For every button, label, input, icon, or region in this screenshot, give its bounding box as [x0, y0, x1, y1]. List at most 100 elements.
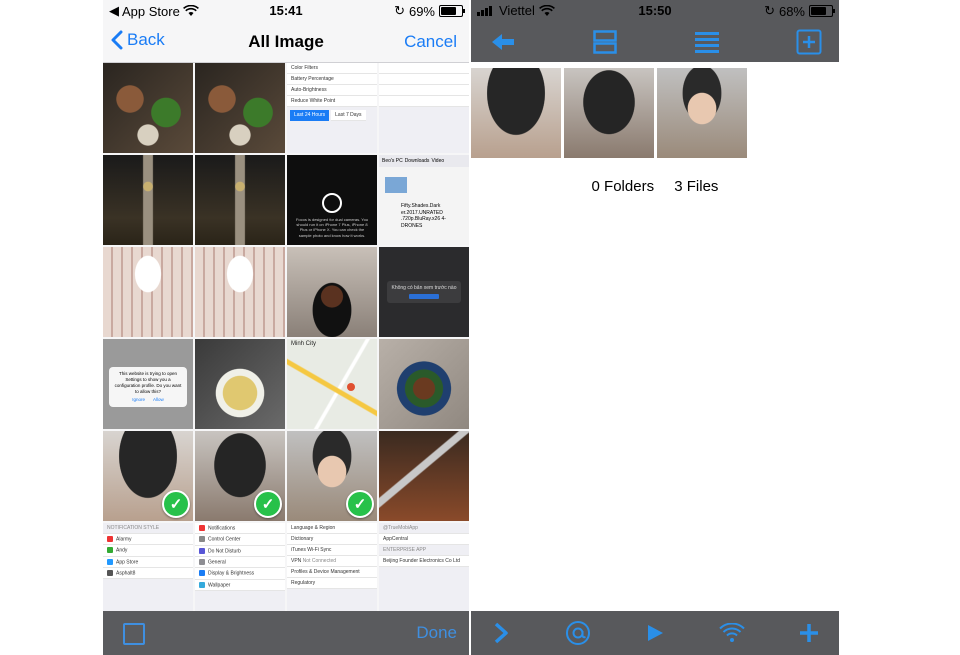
- cancel-button[interactable]: Cancel: [404, 32, 457, 52]
- file-thumbnail-helmet-1[interactable]: [471, 68, 561, 158]
- screenshot-thumbnail-map[interactable]: Minh City: [287, 339, 377, 429]
- split-view-icon: [593, 30, 617, 54]
- photo-thumbnail-cafe-2[interactable]: [195, 247, 285, 337]
- section-header: NOTIFICATION STYLE: [103, 523, 193, 534]
- top-toolbar: [471, 22, 839, 62]
- photo-thumbnail-knife[interactable]: [379, 431, 469, 521]
- screenshot-thumbnail-color-filters[interactable]: [379, 63, 469, 153]
- file-thumbnail-list: [471, 68, 747, 158]
- file-name: Fifty.Shades.Dark er.2017.UNRATED .720p.…: [401, 203, 446, 229]
- status-bar: Viettel 15:50 ↻ 68%: [471, 0, 839, 22]
- battery-percent: 68%: [778, 3, 805, 19]
- add-folder-button[interactable]: [795, 28, 823, 56]
- chevron-left-icon: [111, 30, 123, 50]
- battery-icon: [439, 5, 465, 17]
- photo-thumbnail-food-1[interactable]: [103, 63, 193, 153]
- photo-grid: Color Filters Battery Percentage Auto-Br…: [103, 63, 469, 613]
- photo-thumbnail-noodles[interactable]: [195, 339, 285, 429]
- photo-thumbnail-meat-dish[interactable]: [379, 339, 469, 429]
- back-button-label: Back: [127, 30, 165, 49]
- forward-button[interactable]: [487, 619, 515, 647]
- navigation-bar: Back All Image Cancel: [103, 22, 469, 63]
- file-thumbnail-helmet-3[interactable]: [657, 68, 747, 158]
- split-view-button[interactable]: [591, 28, 619, 56]
- alert-allow-button: Allow: [153, 397, 164, 403]
- wifi-icon: [719, 623, 745, 642]
- check-selected-icon: ✓: [162, 490, 190, 518]
- photo-thumbnail-helmet-2[interactable]: ✓: [195, 431, 285, 521]
- settings-row: Andy: [103, 545, 193, 557]
- plus-square-icon: [796, 29, 822, 55]
- focos-logo-icon: [322, 193, 342, 213]
- screenshot-thumbnail-no-preview[interactable]: Không có bản xem trước nào: [379, 247, 469, 337]
- screenshot-thumbnail-general-settings[interactable]: Language & Region Dictionary iTunes Wi-F…: [287, 523, 377, 613]
- screenshot-thumbnail-focos[interactable]: Focos is designed for dual cameras. You …: [287, 155, 377, 245]
- bottom-toolbar: Done: [103, 611, 469, 655]
- no-preview-text: Không có bản xem trước nào: [391, 285, 457, 291]
- screenshot-thumbnail-settings-menu[interactable]: Notifications Control Center Do Not Dist…: [195, 523, 285, 613]
- folder-count: 0 Folders: [591, 178, 655, 195]
- settings-row: Dictionary: [287, 534, 377, 545]
- photo-thumbnail-helmet-1[interactable]: ✓: [103, 431, 193, 521]
- file-browser-screen: Viettel 15:50 ↻ 68% 0 Folders 3 Files: [471, 0, 839, 655]
- path-item: Beo's PC: [382, 158, 403, 164]
- check-selected-icon: ✓: [254, 490, 282, 518]
- at-button[interactable]: [564, 619, 592, 647]
- no-preview-popup: Không có bản xem trước nào: [387, 281, 461, 303]
- segment-last-7-days: Last 7 Days: [331, 110, 366, 121]
- section-header: ENTERPRISE APP: [379, 545, 469, 556]
- settings-row: Battery Percentage: [287, 74, 377, 85]
- vpn-status: Not Connected: [302, 558, 337, 564]
- settings-row: Beijing Founder Electronics Co Ltd: [379, 556, 469, 567]
- list-view-button[interactable]: [693, 28, 721, 56]
- play-button[interactable]: [641, 619, 669, 647]
- alert-ignore-button: Ignore: [132, 397, 145, 403]
- settings-row: Color Filters: [287, 63, 377, 74]
- settings-row: [379, 63, 469, 74]
- photo-thumbnail-cafe-1[interactable]: [103, 247, 193, 337]
- photo-thumbnail-helmet-3[interactable]: ✓: [287, 431, 377, 521]
- photo-thumbnail-cake[interactable]: [287, 247, 377, 337]
- settings-row: General: [195, 556, 285, 569]
- screenshot-thumbnail-profiles[interactable]: @TrueMobiApp AppCentral ENTERPRISE APP B…: [379, 523, 469, 613]
- map-title: Minh City: [291, 341, 317, 347]
- bottom-toolbar: [471, 611, 839, 655]
- image-picker-screen: ◀ App Store 15:41 ↻ 69% Back All Image C…: [103, 0, 469, 655]
- file-thumbnail-helmet-2[interactable]: [564, 68, 654, 158]
- photo-thumbnail-food-2[interactable]: [195, 63, 285, 153]
- battery-icon: [809, 5, 835, 17]
- screenshot-thumbnail-battery-settings[interactable]: Color Filters Battery Percentage Auto-Br…: [287, 63, 377, 153]
- folder-file-summary: 0 Folders 3 Files: [471, 178, 839, 195]
- at-sign-icon: [566, 621, 590, 645]
- path-item: Video: [431, 158, 445, 164]
- settings-row: Reduce White Point: [287, 96, 377, 107]
- check-selected-icon: ✓: [346, 490, 374, 518]
- select-all-checkbox[interactable]: [123, 623, 145, 645]
- done-button[interactable]: Done: [416, 623, 457, 643]
- screenshot-thumbnail-alert[interactable]: This website is trying to open Settings …: [103, 339, 193, 429]
- file-icon: [385, 177, 407, 193]
- settings-row: Asphalt8: [103, 567, 193, 580]
- settings-row: App Store: [103, 556, 193, 568]
- photo-thumbnail-street-night-1[interactable]: [103, 155, 193, 245]
- add-button[interactable]: [795, 619, 823, 647]
- settings-row: @TrueMobiApp: [379, 523, 469, 534]
- screenshot-thumbnail-notifications[interactable]: NOTIFICATION STYLE Alarmy Andy App Store…: [103, 523, 193, 613]
- focos-description: Focos is designed for dual cameras. You …: [295, 217, 369, 238]
- orientation-lock-icon: ↻: [394, 3, 405, 18]
- alert-message: This website is trying to open Settings …: [114, 371, 182, 394]
- status-bar: ◀ App Store 15:41 ↻ 69%: [103, 0, 469, 22]
- wifi-transfer-button[interactable]: [718, 619, 746, 647]
- settings-row: Profiles & Device Management: [287, 567, 377, 578]
- photo-thumbnail-street-night-2[interactable]: [195, 155, 285, 245]
- settings-row: Control Center: [195, 534, 285, 546]
- back-arrow-button[interactable]: [489, 28, 517, 56]
- popup-button: [409, 294, 439, 299]
- settings-row: Display & Brightness: [195, 568, 285, 580]
- back-button[interactable]: Back: [111, 30, 165, 50]
- settings-row: [379, 85, 469, 96]
- settings-row: VPN Not Connected: [287, 556, 377, 567]
- settings-row: Do Not Disturb: [195, 545, 285, 557]
- screenshot-thumbnail-files[interactable]: Beo's PC Downloads Video Fifty.Shades.Da…: [379, 155, 469, 245]
- settings-row: Wallpaper: [195, 579, 285, 591]
